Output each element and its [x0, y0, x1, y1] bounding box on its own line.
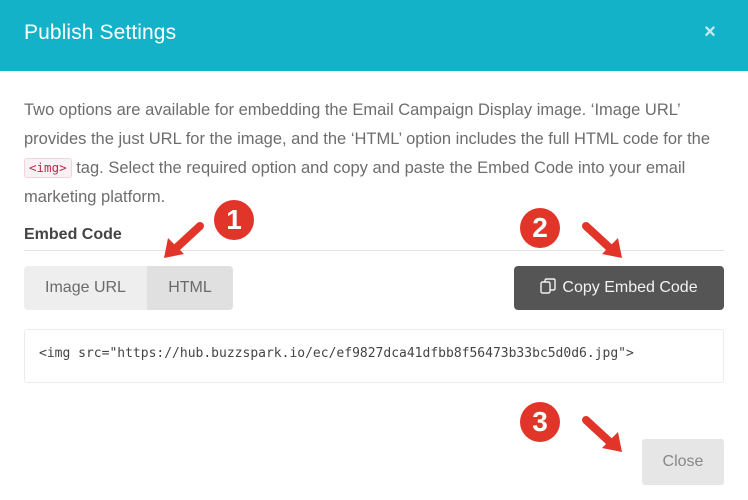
description-text-1: Two options are available for embedding …	[24, 101, 711, 148]
inline-code-img: <img>	[24, 158, 72, 178]
close-icon[interactable]: ×	[700, 20, 720, 44]
embed-code-label: Embed Code	[24, 226, 122, 243]
embed-type-toggle: Image URL HTML	[24, 266, 233, 310]
arrow-down-right-icon	[582, 222, 622, 258]
image-url-option[interactable]: Image URL	[24, 266, 147, 310]
arrow-down-right-icon	[582, 416, 622, 452]
embed-code-box[interactable]: <img src="https://hub.buzzspark.io/ec/ef…	[24, 329, 724, 383]
copy-embed-code-label: Copy Embed Code	[562, 279, 698, 296]
annotation-badge-3: 3	[520, 402, 560, 442]
annotation-badge-1: 1	[214, 200, 254, 240]
dialog-title: Publish Settings	[24, 21, 177, 44]
html-option[interactable]: HTML	[147, 266, 233, 310]
close-button[interactable]: Close	[642, 439, 724, 485]
arrow-down-left-icon	[164, 222, 204, 258]
copy-embed-code-button[interactable]: Copy Embed Code	[514, 266, 724, 310]
dialog-header: Publish Settings ×	[0, 0, 748, 71]
copy-icon	[540, 278, 557, 294]
description-text-2: tag. Select the required option and copy…	[24, 159, 686, 206]
embed-code-text: <img src="https://hub.buzzspark.io/ec/ef…	[39, 346, 634, 361]
dialog-description: Two options are available for embedding …	[24, 96, 724, 212]
annotation-badge-2: 2	[520, 208, 560, 248]
